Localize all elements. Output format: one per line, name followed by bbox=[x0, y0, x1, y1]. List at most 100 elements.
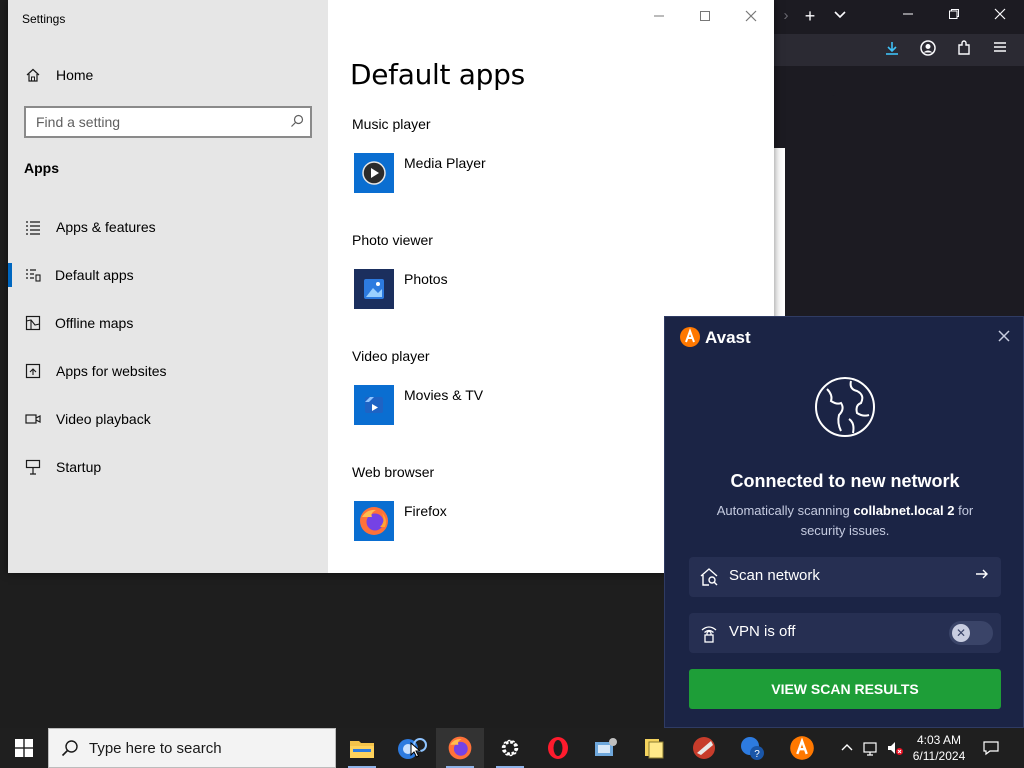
url-bar[interactable] bbox=[774, 70, 836, 96]
view-scan-results-button[interactable]: VIEW SCAN RESULTS bbox=[689, 669, 1001, 709]
startup-icon bbox=[24, 458, 42, 476]
firefox-icon bbox=[448, 736, 472, 760]
globe-icon bbox=[813, 375, 877, 439]
vpn-label: VPN is off bbox=[729, 623, 796, 640]
apps-websites-icon bbox=[24, 362, 42, 380]
sidebar-item-label: Video playback bbox=[56, 411, 151, 427]
restore-icon[interactable] bbox=[944, 8, 964, 26]
tab-scroll-right-icon[interactable]: › bbox=[776, 8, 796, 26]
opera-icon bbox=[548, 737, 568, 759]
notes-icon bbox=[645, 739, 664, 759]
list-tabs-icon[interactable] bbox=[830, 7, 850, 25]
taskbar-search-text: Type here to search bbox=[89, 740, 222, 757]
movies-tv-icon[interactable] bbox=[354, 385, 394, 425]
settings-search[interactable] bbox=[24, 106, 312, 138]
clock-time: 4:03 AM bbox=[916, 733, 962, 747]
minimize-icon[interactable] bbox=[898, 8, 918, 26]
taskbar-firefox[interactable] bbox=[436, 728, 484, 768]
category-label: Photo viewer bbox=[352, 232, 433, 248]
home-icon bbox=[24, 66, 42, 84]
category-label: Music player bbox=[352, 116, 431, 132]
ccleaner-icon bbox=[693, 737, 715, 759]
sidebar-item-label: Startup bbox=[56, 459, 102, 475]
media-player-icon[interactable] bbox=[354, 153, 394, 193]
default-app-name[interactable]: Firefox bbox=[404, 503, 447, 519]
sidebar-item-apps-for-websites[interactable]: Apps for websites bbox=[8, 351, 328, 391]
category-label: Web browser bbox=[352, 464, 435, 480]
close-button[interactable] bbox=[739, 8, 763, 26]
sidebar-item-apps-features[interactable]: Apps & features bbox=[8, 207, 328, 247]
downloads-icon[interactable] bbox=[882, 40, 902, 58]
scan-network-button[interactable]: Scan network bbox=[689, 557, 1001, 597]
sidebar-item-startup[interactable]: Startup bbox=[8, 447, 328, 487]
search-icon bbox=[61, 739, 79, 757]
new-tab-icon[interactable]: + bbox=[800, 7, 820, 26]
headline: Connected to new network bbox=[730, 471, 960, 491]
close-icon[interactable] bbox=[995, 327, 1013, 345]
sidebar-item-home[interactable]: Home bbox=[8, 55, 328, 95]
sidebar-item-label: Offline maps bbox=[55, 315, 134, 331]
category-label: Video player bbox=[352, 348, 430, 364]
settings-sidebar: Settings Home Apps Apps & features bbox=[8, 0, 328, 573]
windows-logo-icon bbox=[15, 739, 33, 757]
menu-icon[interactable] bbox=[990, 40, 1010, 58]
taskbar-opera[interactable] bbox=[534, 728, 582, 768]
avast-icon bbox=[790, 736, 814, 760]
taskbar-search[interactable]: Type here to search bbox=[48, 728, 336, 768]
scan-house-icon bbox=[699, 567, 719, 587]
photos-icon[interactable] bbox=[354, 269, 394, 309]
sidebar-item-label: Apps & features bbox=[56, 219, 156, 235]
svg-text:?: ? bbox=[754, 749, 760, 760]
taskbar-settings[interactable] bbox=[486, 728, 534, 768]
network-status-icon[interactable] bbox=[862, 739, 880, 757]
taskbar-avast[interactable] bbox=[778, 728, 826, 768]
taskbar-help-app[interactable]: ? bbox=[728, 728, 776, 768]
taskbar-control-panel[interactable] bbox=[582, 728, 630, 768]
description: Automatically scanning collabnet.local 2… bbox=[695, 501, 995, 541]
firefox-icon[interactable] bbox=[354, 501, 394, 541]
default-apps-icon bbox=[24, 266, 42, 284]
default-app-name[interactable]: Movies & TV bbox=[404, 387, 483, 403]
default-app-name[interactable]: Media Player bbox=[404, 155, 486, 171]
start-button[interactable] bbox=[0, 728, 48, 768]
show-hidden-icons-icon[interactable] bbox=[838, 739, 856, 757]
extensions-icon[interactable] bbox=[954, 40, 974, 58]
browser-toolbar bbox=[774, 34, 1024, 96]
map-icon bbox=[24, 314, 42, 332]
clock[interactable]: 4:03 AM 6/11/2024 bbox=[906, 732, 972, 764]
control-panel-icon bbox=[595, 738, 617, 756]
window-title: Settings bbox=[22, 12, 66, 26]
vpn-row: VPN is off ✕ bbox=[689, 613, 1001, 653]
avast-notification: Avast Connected to new network Automatic… bbox=[664, 316, 1024, 728]
minimize-button[interactable] bbox=[647, 8, 671, 26]
search-icon[interactable] bbox=[290, 114, 304, 128]
search-input[interactable] bbox=[26, 108, 276, 136]
clock-date: 6/11/2024 bbox=[912, 749, 966, 763]
sidebar-item-default-apps[interactable]: Default apps bbox=[8, 255, 328, 295]
maximize-button[interactable] bbox=[693, 8, 717, 26]
network-name: collabnet.local 2 bbox=[853, 503, 955, 518]
notifications-icon[interactable] bbox=[982, 739, 1000, 757]
scan-network-label: Scan network bbox=[729, 567, 820, 584]
toggle-off-icon: ✕ bbox=[952, 624, 970, 642]
vpn-lock-icon bbox=[699, 623, 719, 643]
sidebar-item-video-playback[interactable]: Video playback bbox=[8, 399, 328, 439]
sidebar-item-label: Home bbox=[56, 67, 94, 83]
default-app-name[interactable]: Photos bbox=[404, 271, 448, 287]
vpn-toggle[interactable]: ✕ bbox=[949, 621, 993, 645]
page-title: Default apps bbox=[350, 58, 525, 91]
taskbar-network-app[interactable] bbox=[388, 728, 436, 768]
sidebar-item-offline-maps[interactable]: Offline maps bbox=[8, 303, 328, 343]
browser-page-content bbox=[774, 148, 785, 316]
taskbar-file-explorer[interactable] bbox=[338, 728, 386, 768]
account-icon[interactable] bbox=[918, 40, 938, 58]
taskbar-ccleaner[interactable] bbox=[680, 728, 728, 768]
volume-muted-icon[interactable] bbox=[886, 739, 904, 757]
avast-logo-icon bbox=[679, 326, 701, 348]
close-icon[interactable] bbox=[990, 8, 1010, 26]
sidebar-item-label: Apps for websites bbox=[56, 363, 167, 379]
taskbar-notes-app[interactable] bbox=[630, 728, 678, 768]
mouse-cursor-icon bbox=[410, 742, 422, 758]
video-icon bbox=[24, 410, 42, 428]
avast-brand: Avast bbox=[705, 328, 751, 347]
